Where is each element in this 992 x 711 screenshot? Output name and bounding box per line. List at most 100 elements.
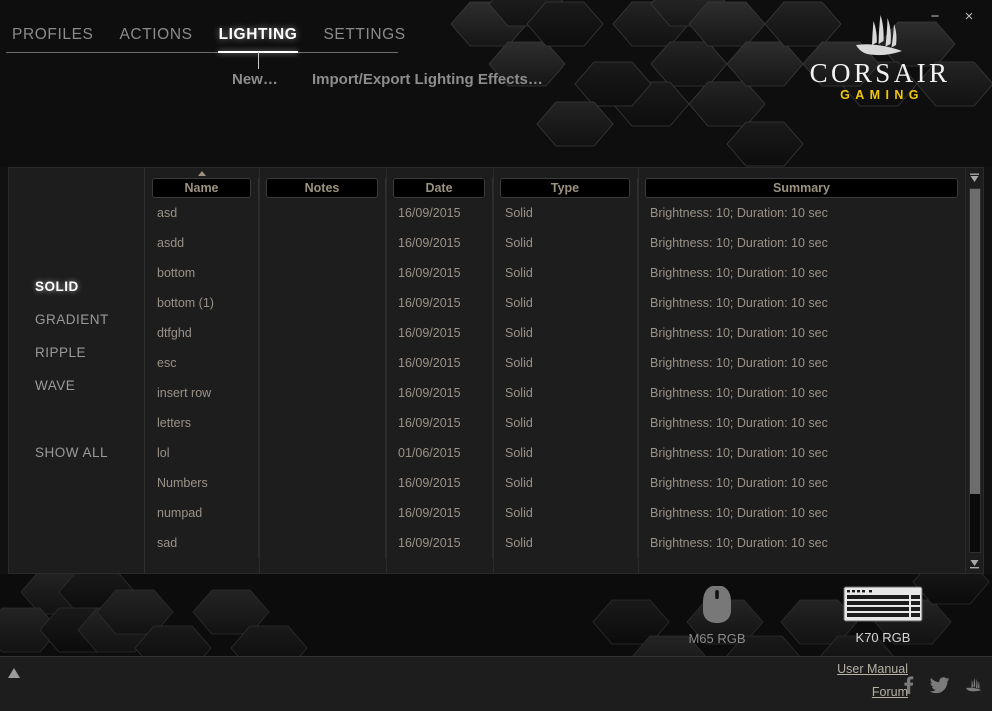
cell-type: Solid [493,378,638,408]
cell-type: Solid [493,468,638,498]
cell-type: Solid [493,288,638,318]
cell-date: 16/09/2015 [386,348,493,378]
corsair-sails-icon [856,15,902,56]
cell-notes [259,258,386,288]
scrollbar-thumb[interactable] [970,189,980,494]
tab-actions[interactable]: ACTIONS [119,26,192,52]
effect-type-list: SOLID GRADIENT RIPPLE WAVE SHOW ALL [9,270,145,469]
tab-lighting[interactable]: LIGHTING [219,26,298,52]
cell-date: 16/09/2015 [386,318,493,348]
cell-type: Solid [493,438,638,468]
column-header-label-date[interactable]: Date [393,178,485,198]
device-k70-rgb[interactable]: K70 RGB [829,585,937,645]
app-footer: User Manual Forum [0,656,992,711]
cell-type: Solid [493,498,638,528]
cell-notes [259,468,386,498]
tab-settings[interactable]: SETTINGS [323,26,405,52]
brand-name: CORSAIR [809,58,951,88]
column-header-name: Name [145,171,259,198]
table-row[interactable]: bottom (1) 16/09/2015 Solid Brightness: 10;… [145,288,965,318]
cell-date: 16/09/2015 [386,528,493,558]
cell-name: dtfghd [145,318,259,348]
cell-name: bottom [145,258,259,288]
tab-profiles[interactable]: PROFILES [12,26,93,52]
table-body: asd 16/09/2015 Solid Brightness: 10; Durati… [145,198,965,573]
cell-notes [259,378,386,408]
table-row[interactable]: lol 01/06/2015 Solid Brightness: 10; Durati… [145,438,965,468]
cell-name: numpad [145,498,259,528]
column-header-label-summary[interactable]: Summary [645,178,958,198]
active-tab-tick [258,52,259,69]
sidebar-item-ripple[interactable]: RIPPLE [9,336,145,369]
mouse-icon [663,584,771,629]
cell-date: 16/09/2015 [386,198,493,228]
table-row[interactable]: dtfghd 16/09/2015 Solid Brightness: 10; Dur… [145,318,965,348]
corsair-sails-icon[interactable] [964,676,984,699]
effects-table: Name Notes Date Type Summary asd 16/09/2015 So… [145,168,965,573]
device-list: M65 RGB K70 RGB [0,574,992,656]
cell-name: lol [145,438,259,468]
cell-type: Solid [493,318,638,348]
sort-ascending-icon [197,171,206,176]
table-row[interactable]: letters 16/09/2015 Solid Brightness: 10; Du… [145,408,965,438]
cell-type: Solid [493,348,638,378]
cell-type: Solid [493,408,638,438]
table-row[interactable]: asdd 16/09/2015 Solid Brightness: 10; Durat… [145,228,965,258]
cell-date: 16/09/2015 [386,288,493,318]
cell-type: Solid [493,198,638,228]
effect-type-sidebar: SOLID GRADIENT RIPPLE WAVE SHOW ALL [9,168,145,573]
keyboard-icon [829,585,937,628]
device-m65-rgb[interactable]: M65 RGB [663,584,771,646]
cell-summary: Brightness: 10; Duration: 10 sec [650,206,828,220]
action-import-export[interactable]: Import/Export Lighting Effects… [312,71,543,88]
cell-notes [259,318,386,348]
table-row[interactable]: sad 16/09/2015 Solid Brightness: 10; Durati… [145,528,965,558]
table-row[interactable]: esc 16/09/2015 Solid Brightness: 10; Durati… [145,348,965,378]
scroll-down-icon[interactable] [968,556,982,570]
cell-summary: Brightness: 10; Duration: 10 sec [650,356,828,370]
cell-name: letters [145,408,259,438]
cell-notes [259,198,386,228]
cell-date: 16/09/2015 [386,378,493,408]
cell-summary: Brightness: 10; Duration: 10 sec [650,386,828,400]
footer-link-forum[interactable]: Forum [837,685,908,699]
table-row[interactable]: insert row 16/09/2015 Solid Brightness: 10;… [145,378,965,408]
cell-summary: Brightness: 10; Duration: 10 sec [650,296,828,310]
table-row[interactable]: Numbers 16/09/2015 Solid Brightness: 10; Du… [145,468,965,498]
device-label: K70 RGB [855,630,911,645]
sidebar-item-solid[interactable]: SOLID [9,270,145,303]
action-new[interactable]: New… [232,71,278,88]
expand-up-icon[interactable] [5,665,23,681]
table-row[interactable]: bottom 16/09/2015 Solid Brightness: 10; Dur… [145,258,965,288]
app-header: − × PROFILES ACTIONS LIGHTING SETTINGS New…… [0,0,992,167]
table-row[interactable]: asd 16/09/2015 Solid Brightness: 10; Durati… [145,198,965,228]
cell-date: 16/09/2015 [386,408,493,438]
cell-name: esc [145,348,259,378]
cell-name: asdd [145,228,259,258]
table-row[interactable]: numpad 16/09/2015 Solid Brightness: 10; Dur… [145,498,965,528]
facebook-icon[interactable] [899,675,916,700]
scroll-up-icon[interactable] [968,171,982,185]
minimize-icon[interactable]: − [920,2,950,30]
close-icon[interactable]: × [954,2,984,30]
cell-date: 01/06/2015 [386,438,493,468]
footer-link-user-manual[interactable]: User Manual [837,662,908,676]
table-vertical-scrollbar[interactable] [965,168,983,573]
column-header-type: Type [493,178,638,198]
cell-type: Solid [493,258,638,288]
column-header-date: Date [386,178,493,198]
sidebar-item-gradient[interactable]: GRADIENT [9,303,145,336]
twitter-icon[interactable] [929,676,950,699]
cell-name: asd [145,198,259,228]
sidebar-item-show-all[interactable]: SHOW ALL [9,436,145,469]
scrollbar-track[interactable] [969,188,981,553]
column-header-label-name[interactable]: Name [152,178,251,198]
sidebar-item-wave[interactable]: WAVE [9,369,145,402]
lighting-content-panel: SOLID GRADIENT RIPPLE WAVE SHOW ALL Name Note… [8,167,984,574]
device-label: M65 RGB [688,631,746,646]
cell-summary: Brightness: 10; Duration: 10 sec [650,446,828,460]
cell-summary: Brightness: 10; Duration: 10 sec [650,236,828,250]
column-header-label-type[interactable]: Type [500,178,630,198]
column-header-label-notes[interactable]: Notes [266,178,378,198]
cell-summary: Brightness: 10; Duration: 10 sec [650,326,828,340]
